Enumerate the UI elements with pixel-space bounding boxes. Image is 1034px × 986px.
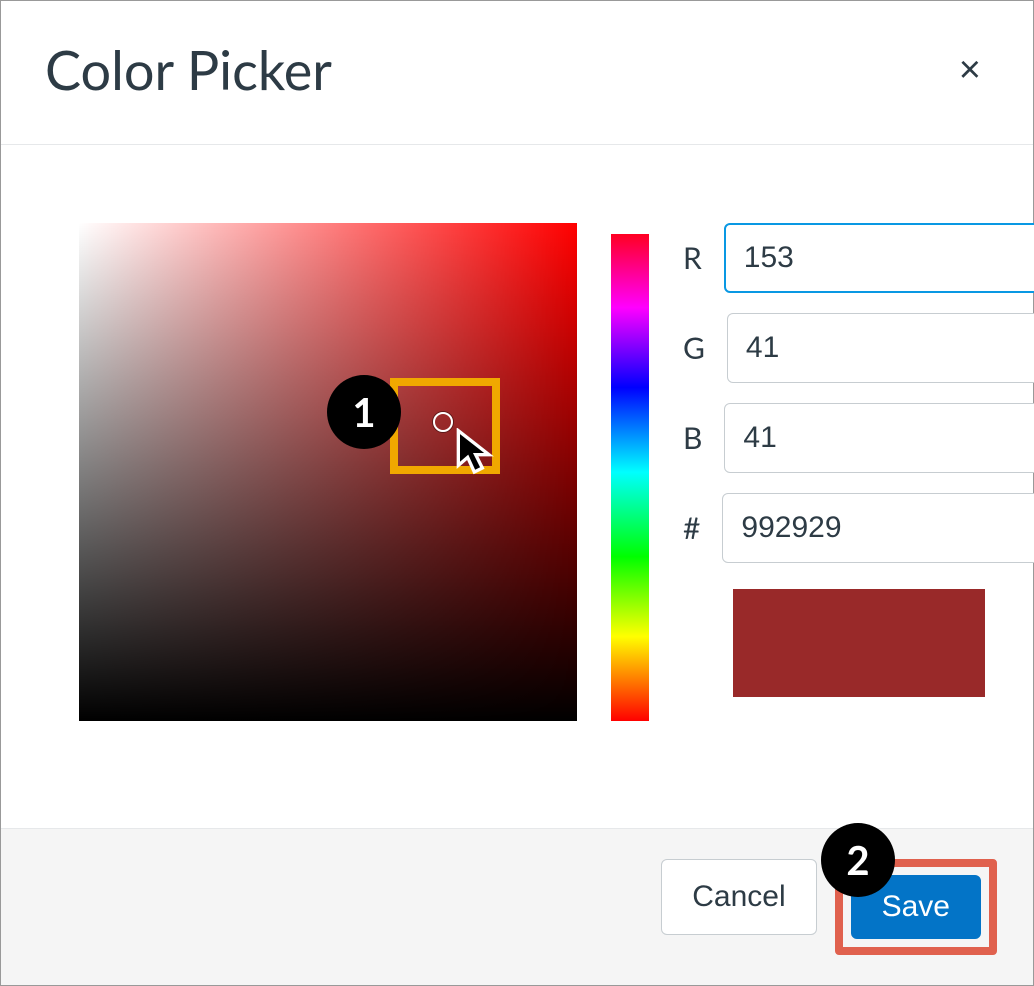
green-label: G <box>683 330 705 366</box>
save-button[interactable]: Save <box>851 875 981 939</box>
dialog-footer: Cancel Save 2 <box>1 828 1033 985</box>
color-value-controls: R G B # <box>683 223 983 788</box>
color-swatch <box>733 589 985 697</box>
cursor-arrow-icon <box>455 428 499 476</box>
hue-slider[interactable] <box>611 223 649 721</box>
hex-label: # <box>683 510 700 546</box>
hex-row: # <box>683 493 983 563</box>
close-icon: × <box>959 49 981 91</box>
red-row: R <box>683 223 983 293</box>
annotation-step-1: 1 <box>327 375 401 449</box>
blue-input[interactable] <box>724 403 1034 473</box>
blue-label: B <box>683 420 702 456</box>
dialog-header: Color Picker × <box>1 1 1033 145</box>
red-input[interactable] <box>724 223 1034 293</box>
green-input[interactable] <box>727 313 1034 383</box>
red-label: R <box>683 240 702 276</box>
blue-row: B <box>683 403 983 473</box>
close-button[interactable]: × <box>951 43 989 97</box>
saturation-value-panel[interactable]: 1 <box>79 223 577 721</box>
cancel-button[interactable]: Cancel <box>661 859 816 935</box>
hex-input[interactable] <box>722 493 1034 563</box>
dialog-body: 1 R G B # <box>1 145 1033 828</box>
green-row: G <box>683 313 983 383</box>
dialog-title: Color Picker <box>45 37 332 102</box>
hue-handle[interactable] <box>609 222 651 234</box>
sv-handle[interactable] <box>433 412 453 432</box>
annotation-2-highlight-box: Save <box>835 859 997 955</box>
color-picker-dialog: Color Picker × 1 R G <box>0 0 1034 986</box>
